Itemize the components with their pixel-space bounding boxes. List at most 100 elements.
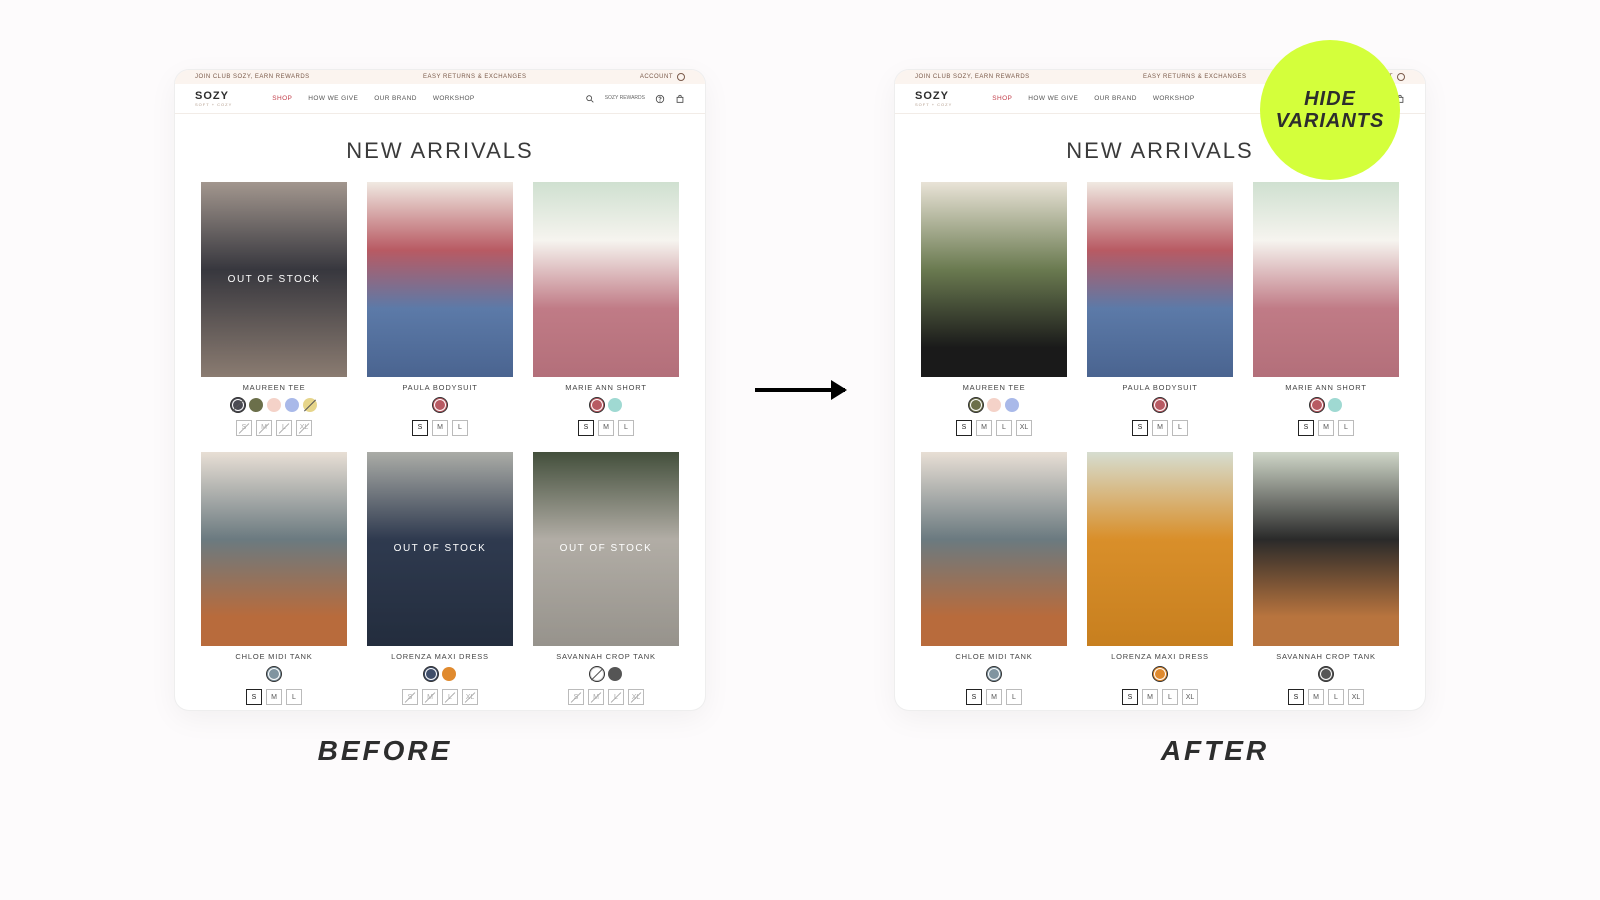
nav-link-how-we-give[interactable]: HOW WE GIVE <box>1028 95 1078 102</box>
size-option[interactable]: XL <box>1348 689 1364 705</box>
topbar-left[interactable]: JOIN CLUB SOZY, EARN REWARDS <box>915 74 1030 80</box>
product-card[interactable]: MAUREEN TEESMLXL <box>921 182 1067 436</box>
size-option[interactable]: S <box>568 689 584 705</box>
size-option[interactable]: M <box>1142 689 1158 705</box>
size-option[interactable]: M <box>256 420 272 436</box>
product-image[interactable] <box>1087 452 1233 647</box>
rewards-link[interactable]: SOZY REWARDS <box>605 96 645 101</box>
color-swatch-amber[interactable] <box>1153 667 1167 681</box>
size-option[interactable]: S <box>236 420 252 436</box>
size-option[interactable]: S <box>966 689 982 705</box>
product-image[interactable]: OUT OF STOCK <box>201 182 347 377</box>
color-swatch-mauve[interactable] <box>590 398 604 412</box>
size-option[interactable]: L <box>1172 420 1188 436</box>
size-option[interactable]: S <box>1298 420 1314 436</box>
color-swatch-aqua[interactable] <box>608 398 622 412</box>
size-option[interactable]: S <box>1122 689 1138 705</box>
color-swatch-steel[interactable] <box>987 667 1001 681</box>
size-option[interactable]: M <box>976 420 992 436</box>
color-swatch-olive[interactable] <box>969 398 983 412</box>
product-image[interactable]: OUT OF STOCK <box>367 452 513 647</box>
nav-link-our-brand[interactable]: OUR BRAND <box>374 95 417 102</box>
color-swatch-navy[interactable] <box>424 667 438 681</box>
color-swatch-periwinkle[interactable] <box>1005 398 1019 412</box>
product-image[interactable] <box>1087 182 1233 377</box>
size-option[interactable]: L <box>276 420 292 436</box>
search-icon[interactable] <box>585 94 595 104</box>
size-option[interactable]: M <box>266 689 282 705</box>
product-card[interactable]: OUT OF STOCKMAUREEN TEESMLXL <box>201 182 347 436</box>
color-swatch-steel[interactable] <box>267 667 281 681</box>
size-option[interactable]: XL <box>462 689 478 705</box>
color-swatch-darkgrey[interactable] <box>1319 667 1333 681</box>
color-swatch-white[interactable] <box>590 667 604 681</box>
product-card[interactable]: CHLOE MIDI TANKSML <box>201 452 347 706</box>
size-option[interactable]: M <box>432 420 448 436</box>
size-option[interactable]: L <box>996 420 1012 436</box>
size-option[interactable]: M <box>1308 689 1324 705</box>
size-option[interactable]: S <box>1288 689 1304 705</box>
size-option[interactable]: S <box>578 420 594 436</box>
color-swatch-charcoal[interactable] <box>231 398 245 412</box>
product-card[interactable]: SAVANNAH CROP TANKSMLXL <box>1253 452 1399 706</box>
color-swatch-aqua[interactable] <box>1328 398 1342 412</box>
account-link[interactable]: ACCOUNT <box>640 74 673 80</box>
size-option[interactable]: XL <box>296 420 312 436</box>
color-swatch-amber[interactable] <box>442 667 456 681</box>
nav-link-shop[interactable]: SHOP <box>992 95 1012 102</box>
color-swatch-mauve[interactable] <box>1153 398 1167 412</box>
product-card[interactable]: PAULA BODYSUITSML <box>367 182 513 436</box>
product-image[interactable] <box>367 182 513 377</box>
product-image[interactable] <box>921 452 1067 647</box>
product-image[interactable] <box>921 182 1067 377</box>
size-option[interactable]: L <box>618 420 634 436</box>
size-option[interactable]: L <box>1006 689 1022 705</box>
size-option[interactable]: XL <box>628 689 644 705</box>
user-icon[interactable] <box>677 73 685 81</box>
nav-link-how-we-give[interactable]: HOW WE GIVE <box>308 95 358 102</box>
size-option[interactable]: XL <box>1182 689 1198 705</box>
nav-link-workshop[interactable]: WORKSHOP <box>1153 95 1195 102</box>
size-option[interactable]: L <box>1162 689 1178 705</box>
size-option[interactable]: L <box>608 689 624 705</box>
size-option[interactable]: M <box>598 420 614 436</box>
color-swatch-periwinkle[interactable] <box>285 398 299 412</box>
nav-link-shop[interactable]: SHOP <box>272 95 292 102</box>
nav-link-workshop[interactable]: WORKSHOP <box>433 95 475 102</box>
color-swatch-blush[interactable] <box>987 398 1001 412</box>
size-option[interactable]: M <box>422 689 438 705</box>
color-swatch-blush[interactable] <box>267 398 281 412</box>
topbar-left[interactable]: JOIN CLUB SOZY, EARN REWARDS <box>195 74 310 80</box>
size-option[interactable]: M <box>1318 420 1334 436</box>
size-option[interactable]: L <box>452 420 468 436</box>
product-card[interactable]: MARIE ANN SHORTSML <box>1253 182 1399 436</box>
product-image[interactable] <box>201 452 347 647</box>
product-card[interactable]: OUT OF STOCKSAVANNAH CROP TANKSMLXL <box>533 452 679 706</box>
user-icon[interactable] <box>1397 73 1405 81</box>
product-card[interactable]: OUT OF STOCKLORENZA MAXI DRESSSMLXL <box>367 452 513 706</box>
size-option[interactable]: M <box>588 689 604 705</box>
size-option[interactable]: XL <box>1016 420 1032 436</box>
product-image[interactable] <box>1253 452 1399 647</box>
color-swatch-olive[interactable] <box>249 398 263 412</box>
size-option[interactable]: L <box>1338 420 1354 436</box>
product-image[interactable] <box>533 182 679 377</box>
product-card[interactable]: LORENZA MAXI DRESSSMLXL <box>1087 452 1233 706</box>
size-option[interactable]: L <box>286 689 302 705</box>
size-option[interactable]: S <box>1132 420 1148 436</box>
size-option[interactable]: S <box>402 689 418 705</box>
product-image[interactable]: OUT OF STOCK <box>533 452 679 647</box>
size-option[interactable]: L <box>1328 689 1344 705</box>
product-image[interactable] <box>1253 182 1399 377</box>
site-logo[interactable]: SOZY SOFT + COZY <box>915 90 952 107</box>
product-card[interactable]: PAULA BODYSUITSML <box>1087 182 1233 436</box>
size-option[interactable]: M <box>986 689 1002 705</box>
help-icon[interactable] <box>655 94 665 104</box>
size-option[interactable]: M <box>1152 420 1168 436</box>
size-option[interactable]: S <box>956 420 972 436</box>
nav-link-our-brand[interactable]: OUR BRAND <box>1094 95 1137 102</box>
color-swatch-mauve[interactable] <box>1310 398 1324 412</box>
color-swatch-gold[interactable] <box>303 398 317 412</box>
color-swatch-darkgrey[interactable] <box>608 667 622 681</box>
site-logo[interactable]: SOZY SOFT + COZY <box>195 90 232 107</box>
